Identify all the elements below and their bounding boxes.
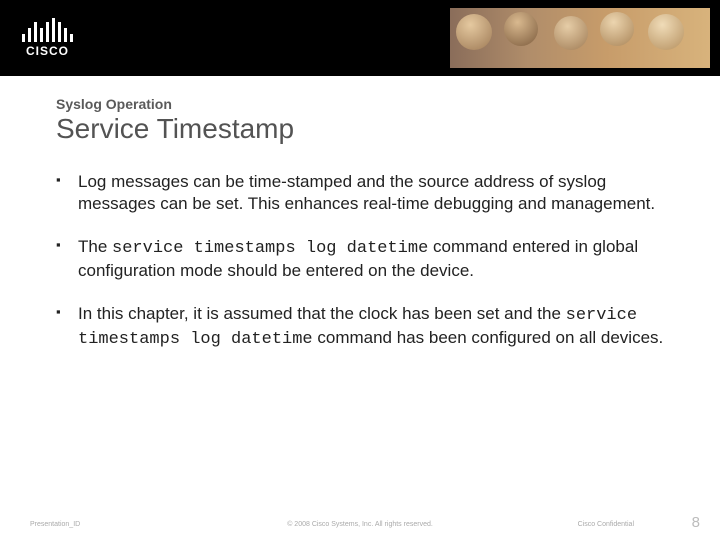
confidential-text: Cisco Confidential (578, 521, 634, 528)
slide-header: CISCO (0, 0, 720, 76)
copyright-text: © 2008 Cisco Systems, Inc. All rights re… (287, 521, 433, 528)
page-title: Service Timestamp (56, 113, 664, 145)
logo-bars-icon (22, 18, 73, 42)
bullet-text: Log messages can be time-stamped and the… (78, 172, 655, 213)
section-label: Syslog Operation (56, 96, 664, 112)
hero-image (450, 8, 710, 68)
slide-content: Syslog Operation Service Timestamp Log m… (0, 76, 720, 352)
bullet-text-pre: In this chapter, it is assumed that the … (78, 304, 566, 323)
bullet-text-code: service timestamps log datetime (112, 239, 428, 258)
bullet-list: Log messages can be time-stamped and the… (56, 171, 664, 352)
list-item: The service timestamps log datetime comm… (74, 236, 664, 283)
list-item: Log messages can be time-stamped and the… (74, 171, 664, 216)
page-number: 8 (692, 514, 700, 531)
list-item: In this chapter, it is assumed that the … (74, 303, 664, 352)
presentation-id: Presentation_ID (30, 521, 80, 528)
bullet-text-post: command has been configured on all devic… (313, 328, 664, 347)
brand-text: CISCO (26, 44, 69, 58)
cisco-logo: CISCO (22, 18, 73, 58)
slide-footer: Presentation_ID © 2008 Cisco Systems, In… (0, 521, 720, 528)
bullet-text-pre: The (78, 237, 112, 256)
